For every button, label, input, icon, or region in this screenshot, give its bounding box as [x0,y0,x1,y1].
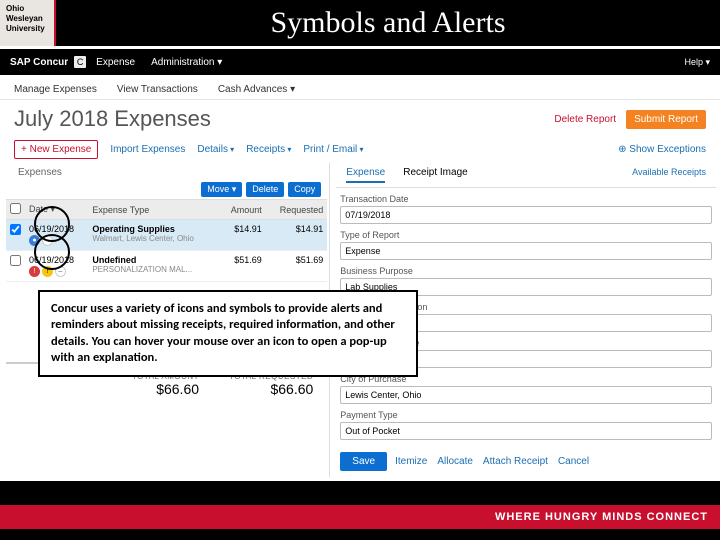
col-type[interactable]: Expense Type [88,200,219,220]
new-expense-button[interactable]: New Expense [14,140,98,159]
delete-report-link[interactable]: Delete Report [554,114,616,125]
row-alert-icons[interactable]: ● – [29,235,53,246]
warning-icon[interactable]: ! [42,266,53,277]
move-button[interactable]: Move ▾ [201,182,242,197]
col-amount[interactable]: Amount [219,200,266,220]
detail-tab-expense[interactable]: Expense [346,167,385,183]
receipts-menu[interactable]: Receipts [246,144,291,155]
row-date: 06/19/2018 [29,224,84,234]
receipt-icon[interactable]: – [42,235,53,246]
label-payment-type: Payment Type [340,410,712,420]
university-logo: Ohio Wesleyan University [0,0,56,46]
receipt-icon[interactable]: – [55,266,66,277]
input-type-of-report[interactable] [340,242,712,260]
input-payment-type[interactable] [340,422,712,440]
expense-table: Date ▾ Expense Type Amount Requested 06/… [6,199,327,282]
nav-help[interactable]: Help ▾ [684,57,710,68]
page-title: July 2018 Expenses [14,106,211,132]
nav-expense[interactable]: Expense [96,57,135,68]
cancel-link[interactable]: Cancel [556,452,591,471]
show-exceptions-link[interactable]: Show Exceptions [618,144,706,155]
row-vendor: Walmart, Lewis Center, Ohio [92,234,215,243]
footer-black-bar [0,481,720,505]
error-icon[interactable]: ! [29,266,40,277]
row-amount: $51.69 [219,251,266,282]
total-requested-value: $66.60 [229,381,313,397]
save-button[interactable]: Save [340,452,387,471]
tab-manage-expenses[interactable]: Manage Expenses [14,84,97,95]
label-type-of-report: Type of Report [340,230,712,240]
select-all-checkbox[interactable] [10,203,21,214]
row-requested: $14.91 [266,220,328,251]
slide-title-bar: Ohio Wesleyan University Symbols and Ale… [0,0,720,46]
row-type: Undefined [92,255,136,265]
label-transaction-date: Transaction Date [340,194,712,204]
subnav-tabs: Manage Expenses View Transactions Cash A… [0,78,720,100]
total-amount-value: $66.60 [132,381,199,397]
details-menu[interactable]: Details [197,144,234,155]
row-vendor: PERSONALIZATION MAL... [92,265,215,274]
expenses-section-label: Expenses [6,163,327,180]
row-type: Operating Supplies [92,224,175,234]
footer-line [0,529,720,540]
row-checkbox[interactable] [10,224,21,235]
import-expenses-link[interactable]: Import Expenses [110,144,185,155]
concur-top-nav: SAP Concur C Expense Administration ▾ He… [0,49,720,75]
col-requested[interactable]: Requested [266,200,328,220]
input-transaction-date[interactable] [340,206,712,224]
label-business-purpose: Business Purpose [340,266,712,276]
footer-slogan: WHERE HUNGRY MINDS CONNECT [0,505,720,529]
row-amount: $14.91 [219,220,266,251]
row-checkbox[interactable] [10,255,21,266]
available-receipts-link[interactable]: Available Receipts [628,165,710,185]
row-alert-icons[interactable]: ! ! – [29,266,66,277]
concur-brand-icon: C [74,56,86,68]
table-row[interactable]: 06/19/2018 ● – Operating Supplies Walmar… [6,220,327,251]
attach-receipt-link[interactable]: Attach Receipt [481,452,550,471]
row-requested: $51.69 [266,251,328,282]
tab-view-transactions[interactable]: View Transactions [117,84,198,95]
slide-title: Symbols and Alerts [56,6,720,40]
print-email-menu[interactable]: Print / Email [303,144,363,155]
explanation-callout: Concur uses a variety of icons and symbo… [38,290,418,377]
nav-administration[interactable]: Administration ▾ [151,57,222,68]
submit-report-button[interactable]: Submit Report [626,110,706,129]
itemize-link[interactable]: Itemize [393,452,429,471]
table-row[interactable]: 06/19/2018 ! ! – Undefined PERSONALIZATI… [6,251,327,282]
copy-button[interactable]: Copy [288,182,321,197]
row-date: 06/19/2018 [29,255,84,265]
detail-tab-receipt-image[interactable]: Receipt Image [403,167,467,183]
input-city-of-purchase[interactable] [340,386,712,404]
concur-brand: SAP Concur [10,57,68,68]
delete-button[interactable]: Delete [246,182,284,197]
info-icon[interactable]: ● [29,235,40,246]
col-date[interactable]: Date ▾ [25,200,88,220]
allocate-link[interactable]: Allocate [435,452,475,471]
tab-cash-advances[interactable]: Cash Advances ▾ [218,84,295,95]
